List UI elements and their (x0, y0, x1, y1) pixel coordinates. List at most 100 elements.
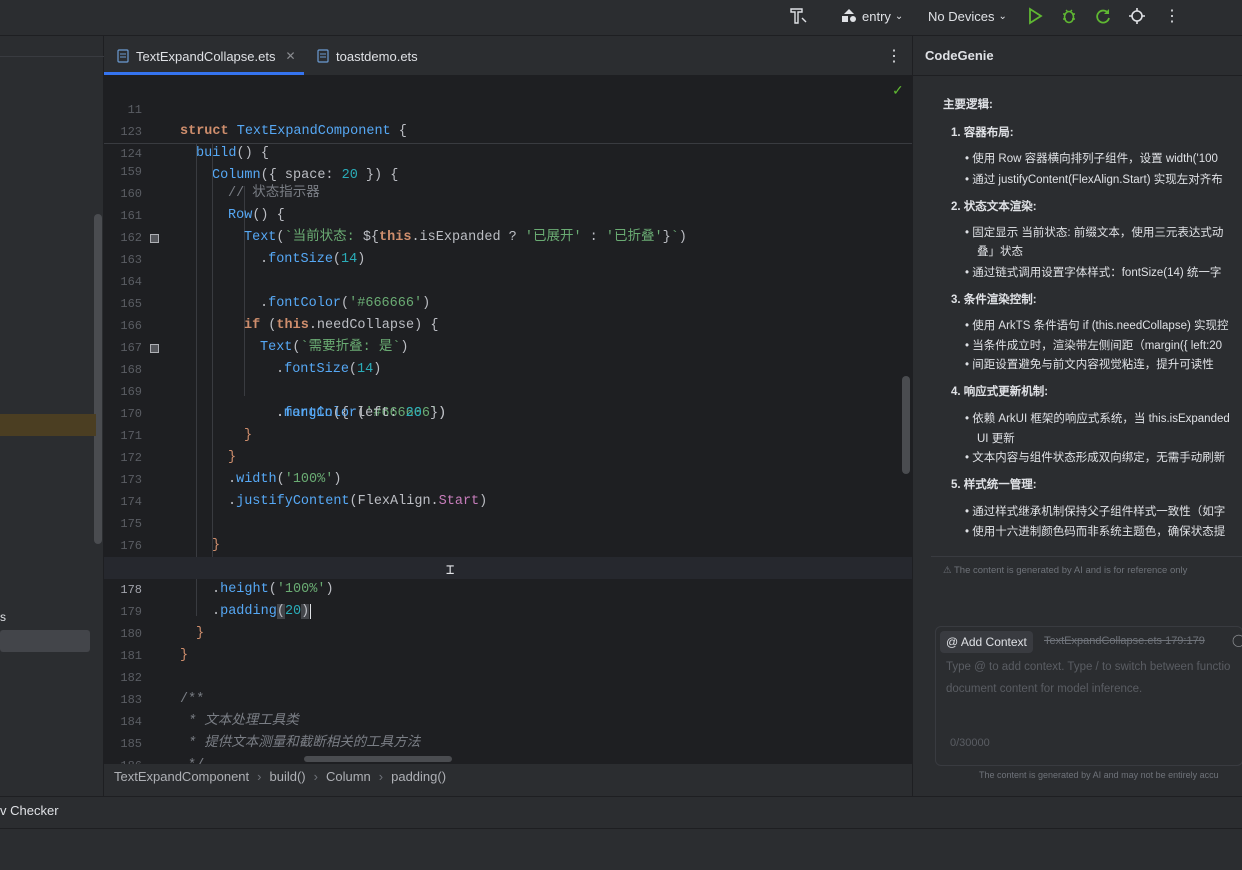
code-line: 171 } (104, 403, 912, 465)
entry-label: entry (862, 8, 891, 24)
run-config-selector[interactable]: entry ⌄ (840, 0, 903, 32)
bullet-item: • 当条件成立时，渲染带左侧间距（margin({ left:20 (965, 340, 1223, 352)
chevron-down-icon: ⌄ (894, 10, 904, 22)
sticky-line: 123 build() { (104, 99, 912, 161)
add-context-button[interactable]: @ Add Context (940, 631, 1033, 653)
breadcrumb-item[interactable]: Column (326, 769, 371, 784)
code-line: 165 if (this.needCollapse) { (104, 271, 912, 333)
bullet-item: • 通过链式调用设置字体样式：fontSize(14) 统一字 (965, 267, 1222, 279)
editor-tabs: TextExpandCollapse.ets ✕ toastdemo.ets ⋮ (104, 36, 912, 76)
code-line: 174 (104, 469, 912, 509)
tab-label: TextExpandCollapse.ets (136, 48, 276, 64)
code-line: 179 } (104, 579, 912, 641)
section-title: 1. 容器布局: (951, 127, 1014, 139)
code-line: 183 * 文本处理工具类 (104, 667, 912, 729)
char-counter: 0/30000 (950, 737, 990, 749)
code-line: 182 /** (104, 645, 912, 707)
bullet-item: UI 更新 (977, 433, 1015, 445)
line-number: 186 (104, 755, 142, 764)
ide-window: { "toolbar": { "entry_label": "entry", "… (0, 0, 1242, 870)
input-placeholder: Type @ to add context. Type / to switch … (946, 661, 1231, 673)
code-line: 180 } (104, 601, 912, 663)
breadcrumb: TextExpandComponent › build() › Column ›… (104, 764, 912, 788)
chat-input-box[interactable]: @ Add Context TextExpandCollapse.ets 179… (935, 626, 1242, 766)
check-icon: ✓ (892, 82, 904, 98)
code-line: 169 .margin({ left: 20 }) (104, 359, 912, 421)
tab-label: toastdemo.ets (336, 48, 418, 64)
disclaimer: ⚠ The content is generated by AI and is … (943, 565, 1188, 576)
current-line: 178 .padding(20) ⌶ (104, 557, 912, 619)
code-line: 181 (104, 623, 912, 663)
color-swatch-icon[interactable] (150, 344, 159, 353)
codegenie-header: CodeGenie (913, 36, 1242, 76)
context-file-chip[interactable]: TextExpandCollapse.ets 179:179 (1044, 635, 1205, 647)
code-line: 177 .height('100%') (104, 535, 912, 597)
project-panel: s (0, 36, 104, 796)
codegenie-panel: CodeGenie 主要逻辑: 1. 容器布局: • 使用 Row 容器横向排列… (912, 36, 1242, 796)
file-ets-icon (117, 49, 129, 63)
code-line: 172 .width('100%') (104, 425, 912, 487)
hammer-icon[interactable] (788, 0, 808, 32)
footer-disclaimer: The content is generated by AI and may n… (979, 770, 1219, 780)
more-options-icon[interactable]: ⋮ (1164, 0, 1180, 32)
selected-tree-row[interactable] (0, 414, 96, 436)
bullet-item: • 使用 ArkTS 条件语句 if (this.needCollapse) 实… (965, 320, 1229, 332)
devices-label: No Devices (928, 8, 995, 24)
code-line: 163 .fontColor('#666666') (104, 227, 912, 311)
code-line: 160 Row() { (104, 161, 912, 223)
code-line: 186 export class TextUtils { (104, 733, 912, 764)
device-selector[interactable]: No Devices ⌄ (928, 0, 1007, 32)
tool-window-bar: v Checker (0, 796, 1242, 826)
breadcrumb-item[interactable]: TextExpandComponent (114, 769, 249, 784)
vertical-scrollbar[interactable] (902, 376, 910, 474)
code-line: 166 Text(`需要折叠: 是`) (104, 293, 912, 355)
bullet-item: • 使用十六进制颜色码而非系统主题色，确保状态提 (965, 526, 1226, 538)
bullet-item: • 通过 justifyContent(FlexAlign.Start) 实现左… (965, 174, 1223, 186)
close-icon[interactable]: ✕ (285, 49, 295, 63)
code-line: 173 .justifyContent(FlexAlign.Start) (104, 447, 912, 509)
tab-textexpandcollapse[interactable]: TextExpandCollapse.ets ✕ (116, 36, 296, 76)
bullet-item: • 间距设置避免与前文内容视觉粘连，提升可读性 (965, 359, 1214, 371)
checker-tab[interactable]: v Checker (0, 803, 59, 818)
code-line: 176 .width('100%') (104, 513, 912, 575)
divider (931, 556, 1242, 557)
horizontal-scrollbar[interactable] (304, 756, 452, 762)
code-line: 185 */ (104, 711, 912, 764)
module-icon (842, 9, 856, 22)
scrollbar[interactable] (94, 214, 102, 544)
section-title: 2. 状态文本渲染: (951, 201, 1037, 213)
code-text: */ (180, 755, 204, 764)
code-editor[interactable]: 11 struct TextExpandComponent { 123 buil… (104, 76, 912, 764)
divider (0, 56, 104, 57)
profiler-icon[interactable] (1128, 0, 1146, 32)
bullet-item: • 依赖 ArkUI 框架的响应式系统，当 this.isExpanded (965, 413, 1230, 425)
code-line: 184 * 提供文本测量和截断相关的工具方法 (104, 689, 912, 751)
refresh-icon[interactable] (1094, 0, 1112, 32)
breadcrumb-item[interactable]: padding() (391, 769, 446, 784)
code-line: 168 .fontColor('#666666') (104, 337, 912, 421)
bullet-item: • 通过样式继承机制保持父子组件样式一致性（如字 (965, 506, 1226, 518)
tab-toastdemo[interactable]: toastdemo.ets (316, 36, 418, 76)
response-area: 主要逻辑: 1. 容器布局: • 使用 Row 容器横向排列子组件，设置 wid… (931, 76, 1242, 596)
eye-off-icon[interactable]: ◯ (1232, 633, 1242, 647)
section-title: 3. 条件渲染控制: (951, 294, 1037, 306)
panel-title: CodeGenie (925, 48, 994, 63)
response-heading: 主要逻辑: (943, 99, 993, 111)
run-icon[interactable] (1026, 0, 1044, 32)
tree-item-label: s (0, 610, 6, 624)
tab-options-icon[interactable]: ⋮ (886, 36, 902, 76)
chevron-down-icon: ⌄ (998, 10, 1007, 22)
breadcrumb-item[interactable]: build() (270, 769, 306, 784)
debug-icon[interactable] (1060, 0, 1078, 32)
bullet-item: 叠」状态 (977, 246, 1023, 258)
section-title: 4. 响应式更新机制: (951, 386, 1049, 398)
sticky-line: 11 struct TextExpandComponent { (104, 77, 912, 139)
code-line: 162 .fontSize(14) (104, 205, 912, 267)
code-line: 175 } (104, 491, 912, 553)
color-swatch-icon[interactable] (150, 234, 159, 243)
tree-item-highlight[interactable] (0, 630, 90, 652)
code-line: 159 // 状态指示器 (104, 139, 912, 201)
active-tab-indicator (104, 72, 304, 75)
file-ets-icon (317, 49, 329, 63)
main-toolbar: entry ⌄ No Devices ⌄ ⋮ (0, 0, 1242, 36)
